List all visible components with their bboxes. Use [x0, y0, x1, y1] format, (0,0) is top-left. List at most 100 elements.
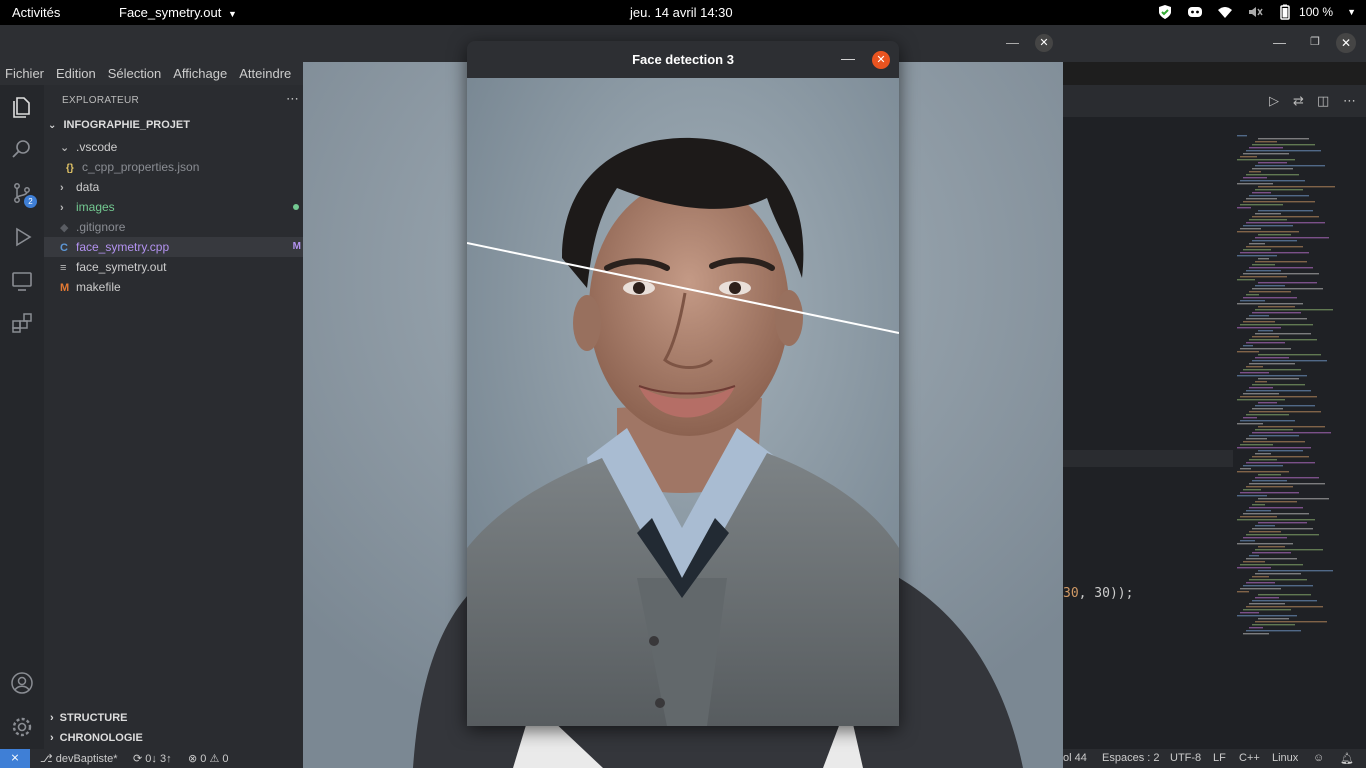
problems-status[interactable]: ⊗ 0 ⚠ 0: [188, 752, 228, 765]
minimap-line: [1243, 297, 1297, 299]
minimap-line: [1255, 525, 1275, 527]
minimap-line: [1243, 153, 1289, 155]
minimap-line: [1252, 408, 1283, 410]
indentation[interactable]: Espaces : 2: [1102, 752, 1159, 764]
account-icon[interactable]: [10, 671, 34, 695]
cursor-position[interactable]: ol 44: [1063, 752, 1087, 764]
minimap-line: [1249, 171, 1261, 173]
run-icon[interactable]: ▷: [1269, 93, 1279, 109]
minimap-line: [1246, 462, 1315, 464]
minimap-line: [1237, 183, 1273, 185]
minimap-line: [1252, 528, 1313, 530]
tree-item-c-cpp-properties-json[interactable]: {} c_cpp_properties.json: [44, 157, 303, 177]
maximize-icon[interactable]: ❐: [1310, 35, 1320, 48]
minimap-line: [1255, 453, 1271, 455]
remote-explorer-icon[interactable]: [10, 269, 34, 293]
shield-icon[interactable]: [1157, 4, 1173, 20]
discord-icon[interactable]: [1187, 4, 1203, 20]
minimap-line: [1246, 174, 1299, 176]
tree-item-makefile[interactable]: Mmakefile: [44, 277, 303, 297]
sync-status[interactable]: ⟳ 0↓ 3↑: [133, 752, 172, 765]
remote-indicator-icon[interactable]: ⨯: [0, 749, 30, 768]
menu-fichier[interactable]: Fichier: [5, 66, 44, 81]
minimap-line: [1252, 336, 1279, 338]
minimap[interactable]: [1237, 135, 1355, 655]
os-indicator[interactable]: Linux: [1272, 752, 1298, 764]
minimap-line: [1255, 141, 1277, 143]
minimize-icon[interactable]: —: [1273, 35, 1286, 50]
structure-label: STRUCTURE: [59, 712, 128, 724]
compare-changes-icon[interactable]: ⇄: [1293, 93, 1304, 109]
more-actions-icon[interactable]: ⋯: [286, 91, 299, 107]
menu-edition[interactable]: Edition: [56, 66, 96, 81]
minimap-line: [1255, 549, 1323, 551]
clock[interactable]: jeu. 14 avril 14:30: [630, 5, 733, 20]
tree-item-images[interactable]: › images: [44, 197, 303, 217]
notifications-bell-icon[interactable]: 🔔︎: [1340, 752, 1354, 765]
tree-item-vscode[interactable]: ⌄ .vscode: [44, 137, 303, 157]
minimize-icon[interactable]: —: [841, 50, 855, 66]
editor-area[interactable]: ▷ ⇄ ◫ ⋯ 30, 30));: [1063, 85, 1366, 749]
chronologie-section[interactable]: › CHRONOLOGIE: [44, 728, 303, 748]
minimap-line: [1249, 339, 1317, 341]
end-of-line[interactable]: LF: [1213, 752, 1226, 764]
minimap-line: [1246, 630, 1301, 632]
minimap-line: [1255, 429, 1293, 431]
json-icon: {}: [66, 163, 74, 174]
settings-gear-icon[interactable]: [10, 715, 34, 739]
close-icon[interactable]: ✕: [1035, 34, 1053, 52]
minimap-line: [1246, 198, 1277, 200]
minimap-line: [1258, 306, 1295, 308]
branch-status[interactable]: ⎇ devBaptiste*: [40, 752, 118, 765]
language-mode[interactable]: C++: [1239, 752, 1260, 764]
activities-button[interactable]: Activités: [12, 5, 60, 20]
minimap-line: [1240, 300, 1265, 302]
minimize-icon[interactable]: —: [1006, 35, 1019, 50]
minimap-line: [1243, 201, 1315, 203]
minimap-line: [1240, 372, 1269, 374]
structure-section[interactable]: › STRUCTURE: [44, 708, 303, 728]
close-icon[interactable]: ✕: [1336, 33, 1356, 53]
minimap-line: [1240, 348, 1291, 350]
minimap-line: [1252, 312, 1301, 314]
minimap-line: [1249, 435, 1299, 437]
more-icon[interactable]: ⋯: [1343, 93, 1356, 109]
search-icon[interactable]: [10, 137, 34, 161]
tree-item-face-symetry-cpp[interactable]: Cface_symetry.cpp M: [44, 237, 303, 257]
project-folder[interactable]: ⌄ INFOGRAPHIE_PROJET: [48, 119, 190, 131]
minimap-line: [1237, 567, 1271, 569]
app-menu[interactable]: Face_symetry.out ▼: [119, 5, 237, 20]
tree-item-label: .gitignore: [76, 220, 126, 234]
split-editor-icon[interactable]: ◫: [1317, 93, 1329, 109]
encoding[interactable]: UTF-8: [1170, 752, 1201, 764]
system-menu-caret-icon[interactable]: ▼: [1347, 7, 1356, 17]
volume-icon[interactable]: [1247, 4, 1263, 20]
battery-icon[interactable]: [1277, 4, 1293, 20]
minimap-line: [1249, 531, 1281, 533]
minimap-line: [1240, 228, 1261, 230]
minimap-line: [1237, 399, 1285, 401]
wifi-icon[interactable]: [1217, 4, 1233, 20]
minimap-line: [1240, 564, 1303, 566]
minimap-line: [1255, 357, 1289, 359]
run-debug-icon[interactable]: [10, 225, 34, 249]
minimap-line: [1243, 633, 1269, 635]
feedback-icon[interactable]: ☺: [1313, 752, 1324, 764]
menu-affichage[interactable]: Affichage: [173, 66, 227, 81]
minimap-line: [1252, 432, 1331, 434]
dialog-titlebar[interactable]: Face detection 3 — ✕: [467, 41, 899, 78]
tree-item-data[interactable]: › data: [44, 177, 303, 197]
menu-selection[interactable]: Sélection: [108, 66, 161, 81]
modified-dot-icon: [293, 204, 299, 210]
close-icon[interactable]: ✕: [872, 51, 890, 69]
explorer-icon[interactable]: [10, 95, 34, 119]
menu-atteindre[interactable]: Atteindre: [239, 66, 291, 81]
minimap-line: [1255, 165, 1325, 167]
minimap-line: [1252, 240, 1297, 242]
system-tray[interactable]: 100 % ▼: [1157, 4, 1356, 20]
minimap-line: [1240, 396, 1317, 398]
minimap-line: [1243, 585, 1313, 587]
extensions-icon[interactable]: [10, 311, 34, 335]
tree-item-gitignore[interactable]: ◆ .gitignore: [44, 217, 303, 237]
tree-item-face-symetry-out[interactable]: ≡ face_symetry.out: [44, 257, 303, 277]
